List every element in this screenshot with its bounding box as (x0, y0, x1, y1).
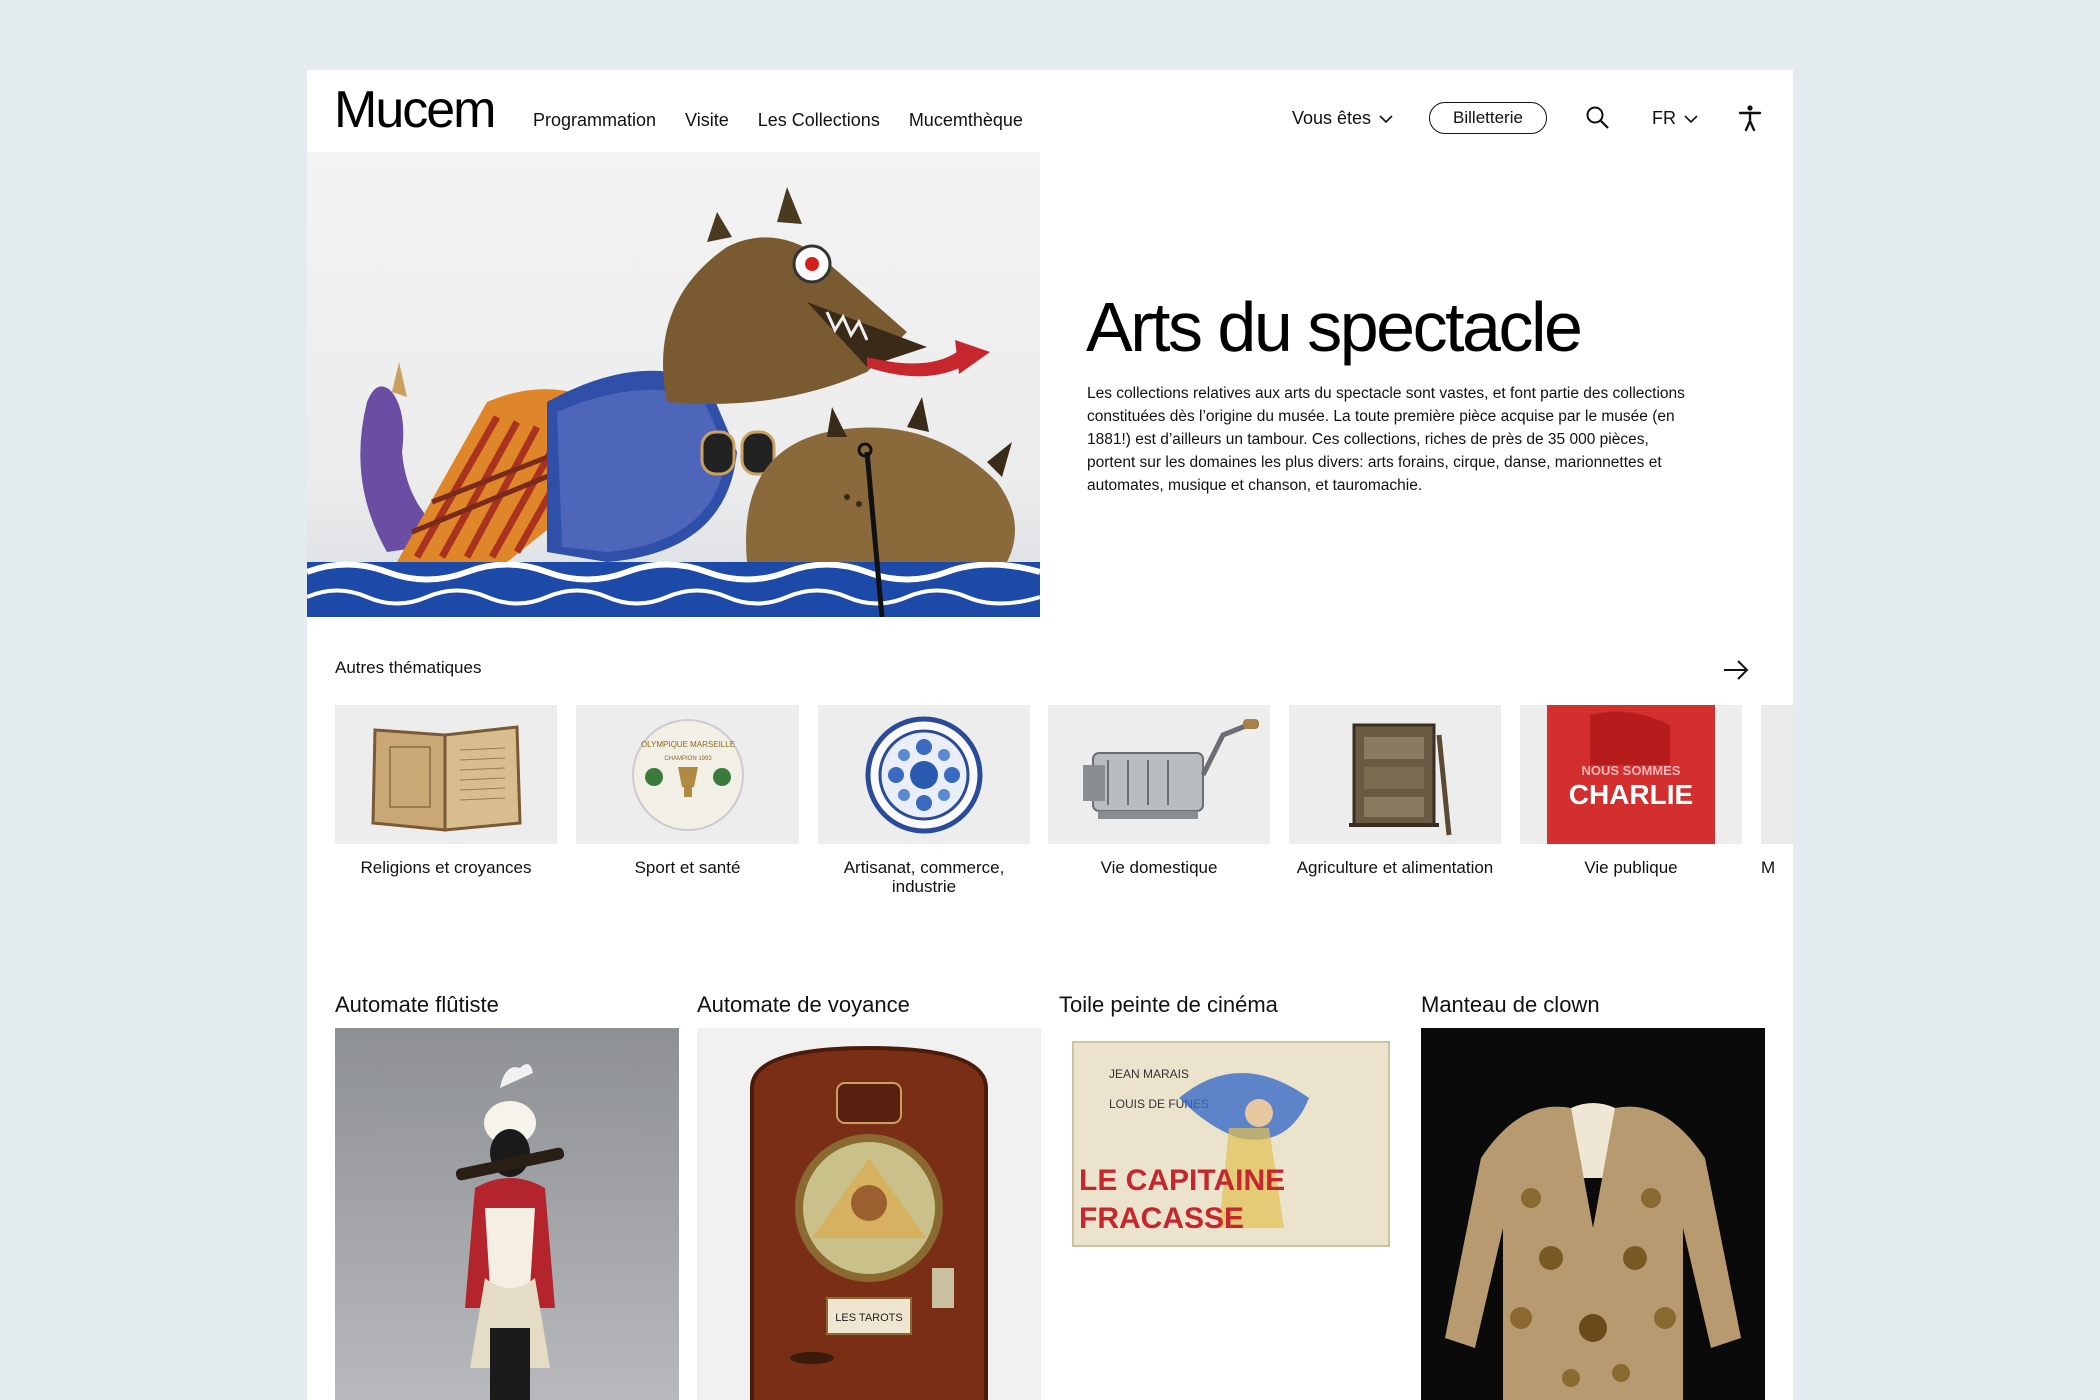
object-image-cinema: JEAN MARAIS LOUIS DE FUNES LE CAPITAINE … (1059, 1028, 1403, 1400)
theme-thumb-religions (335, 705, 557, 844)
language-label: FR (1652, 108, 1676, 128)
film-title-line1: LE CAPITAINE (1079, 1164, 1285, 1197)
theme-label: Artisanat, commerce, industrie (843, 858, 1005, 896)
language-dropdown[interactable]: FR (1652, 108, 1698, 129)
search-icon[interactable] (1585, 105, 1611, 131)
theme-card-religions[interactable]: Religions et croyances (335, 705, 557, 877)
theme-thumb-artisanat (818, 705, 1030, 844)
football-illustration: OLYMPIQUE MARSEILLE CHAMPION 1993 (632, 719, 744, 831)
poster-top-text: NOUS SOMMES (1582, 763, 1681, 778)
flute-automaton-illustration (455, 1064, 565, 1400)
ball-sub-text: CHAMPION 1993 (664, 756, 712, 762)
object-image-flutiste (335, 1028, 679, 1400)
object-title: Manteau de clown (1421, 992, 1600, 1017)
mucem-logo[interactable]: Mucem (334, 84, 496, 136)
nav-programmation[interactable]: Programmation (533, 110, 656, 131)
object-title: Automate flûtiste (335, 992, 499, 1017)
object-card-automate-flutiste[interactable]: Automate flûtiste (335, 992, 679, 1400)
object-image-clown (1421, 1028, 1765, 1400)
nav-visite[interactable]: Visite (685, 110, 729, 131)
plate-text: LES TAROTS (835, 1312, 902, 1324)
theme-thumb-sport: OLYMPIQUE MARSEILLE CHAMPION 1993 (576, 705, 799, 844)
main-nav: Programmation Visite Les Collections Muc… (533, 110, 1023, 131)
theme-card-artisanat[interactable]: Artisanat, commerce, industrie (818, 705, 1030, 896)
theme-card-vie-publique[interactable]: NOUS SOMMES CHARLIE Vie publique (1520, 705, 1742, 877)
object-title: Toile peinte de cinéma (1059, 992, 1278, 1017)
object-card-manteau-clown[interactable]: Manteau de clown (1421, 992, 1765, 1400)
vous-etes-label: Vous êtes (1292, 108, 1372, 128)
ceramic-plate-illustration (865, 716, 983, 834)
theme-label: Vie publique (1584, 858, 1678, 877)
object-image-voyance: LES TAROTS (697, 1028, 1041, 1400)
dragon-float-illustration (307, 187, 1040, 617)
theme-label: Religions et croyances (360, 858, 532, 877)
theme-card-agriculture[interactable]: Agriculture et alimentation (1289, 705, 1501, 877)
theme-label: Agriculture et alimentation (1296, 858, 1494, 877)
theme-label: M (1761, 858, 1776, 877)
object-title: Automate de voyance (697, 992, 910, 1017)
themes-heading: Autres thématiques (335, 658, 482, 677)
poster-main-text: CHARLIE (1569, 779, 1693, 810)
accessibility-icon[interactable] (1735, 103, 1765, 133)
theme-thumb-partial (1761, 705, 1793, 844)
header: Mucem Programmation Visite Les Collectio… (307, 70, 1793, 152)
theme-label: Vie domestique (1100, 858, 1218, 877)
object-card-toile-cinema[interactable]: Toile peinte de cinéma JEAN MARAIS LOUIS… (1059, 992, 1403, 1400)
cinema-poster-illustration: JEAN MARAIS LOUIS DE FUNES LE CAPITAINE … (1072, 1041, 1390, 1247)
actor1-text: JEAN MARAIS (1109, 1067, 1189, 1081)
object-card-automate-voyance[interactable]: Automate de voyance LES TAROTS (697, 992, 1041, 1400)
theme-thumb-vie-publique: NOUS SOMMES CHARLIE (1520, 705, 1742, 844)
page: Mucem Programmation Visite Les Collectio… (307, 70, 1793, 1400)
wooden-press-illustration (1349, 723, 1452, 836)
theme-card-vie-domestique[interactable]: Vie domestique (1048, 705, 1270, 877)
theme-label: Sport et santé (634, 858, 741, 877)
pasta-machine-illustration (1083, 719, 1259, 819)
hero-image (307, 152, 1040, 617)
charlie-poster-illustration: NOUS SOMMES CHARLIE (1547, 705, 1715, 844)
fortune-machine-illustration: LES TAROTS (750, 1045, 988, 1400)
clown-coat-illustration (1445, 1103, 1741, 1400)
ball-text: OLYMPIQUE MARSEILLE (641, 740, 735, 749)
hero-title: Arts du spectacle (1086, 288, 1583, 366)
book-illustration (371, 725, 522, 832)
chevron-down-icon (1379, 114, 1393, 123)
nav-mucemtheque[interactable]: Mucemthèque (909, 110, 1023, 131)
arrow-right-icon[interactable] (1721, 655, 1751, 685)
vous-etes-dropdown[interactable]: Vous êtes (1292, 108, 1393, 129)
hero-description: Les collections relatives aux arts du sp… (1087, 385, 1685, 494)
film-title-line2: FRACASSE (1079, 1202, 1244, 1235)
theme-card-sport[interactable]: OLYMPIQUE MARSEILLE CHAMPION 1993 Sport … (576, 705, 799, 877)
nav-collections[interactable]: Les Collections (758, 110, 880, 131)
theme-thumb-agriculture (1289, 705, 1501, 844)
theme-thumb-vie-domestique (1048, 705, 1270, 844)
billetterie-button[interactable]: Billetterie (1429, 102, 1547, 134)
theme-card-partial[interactable]: M (1761, 705, 1793, 877)
chevron-down-icon (1684, 114, 1698, 123)
